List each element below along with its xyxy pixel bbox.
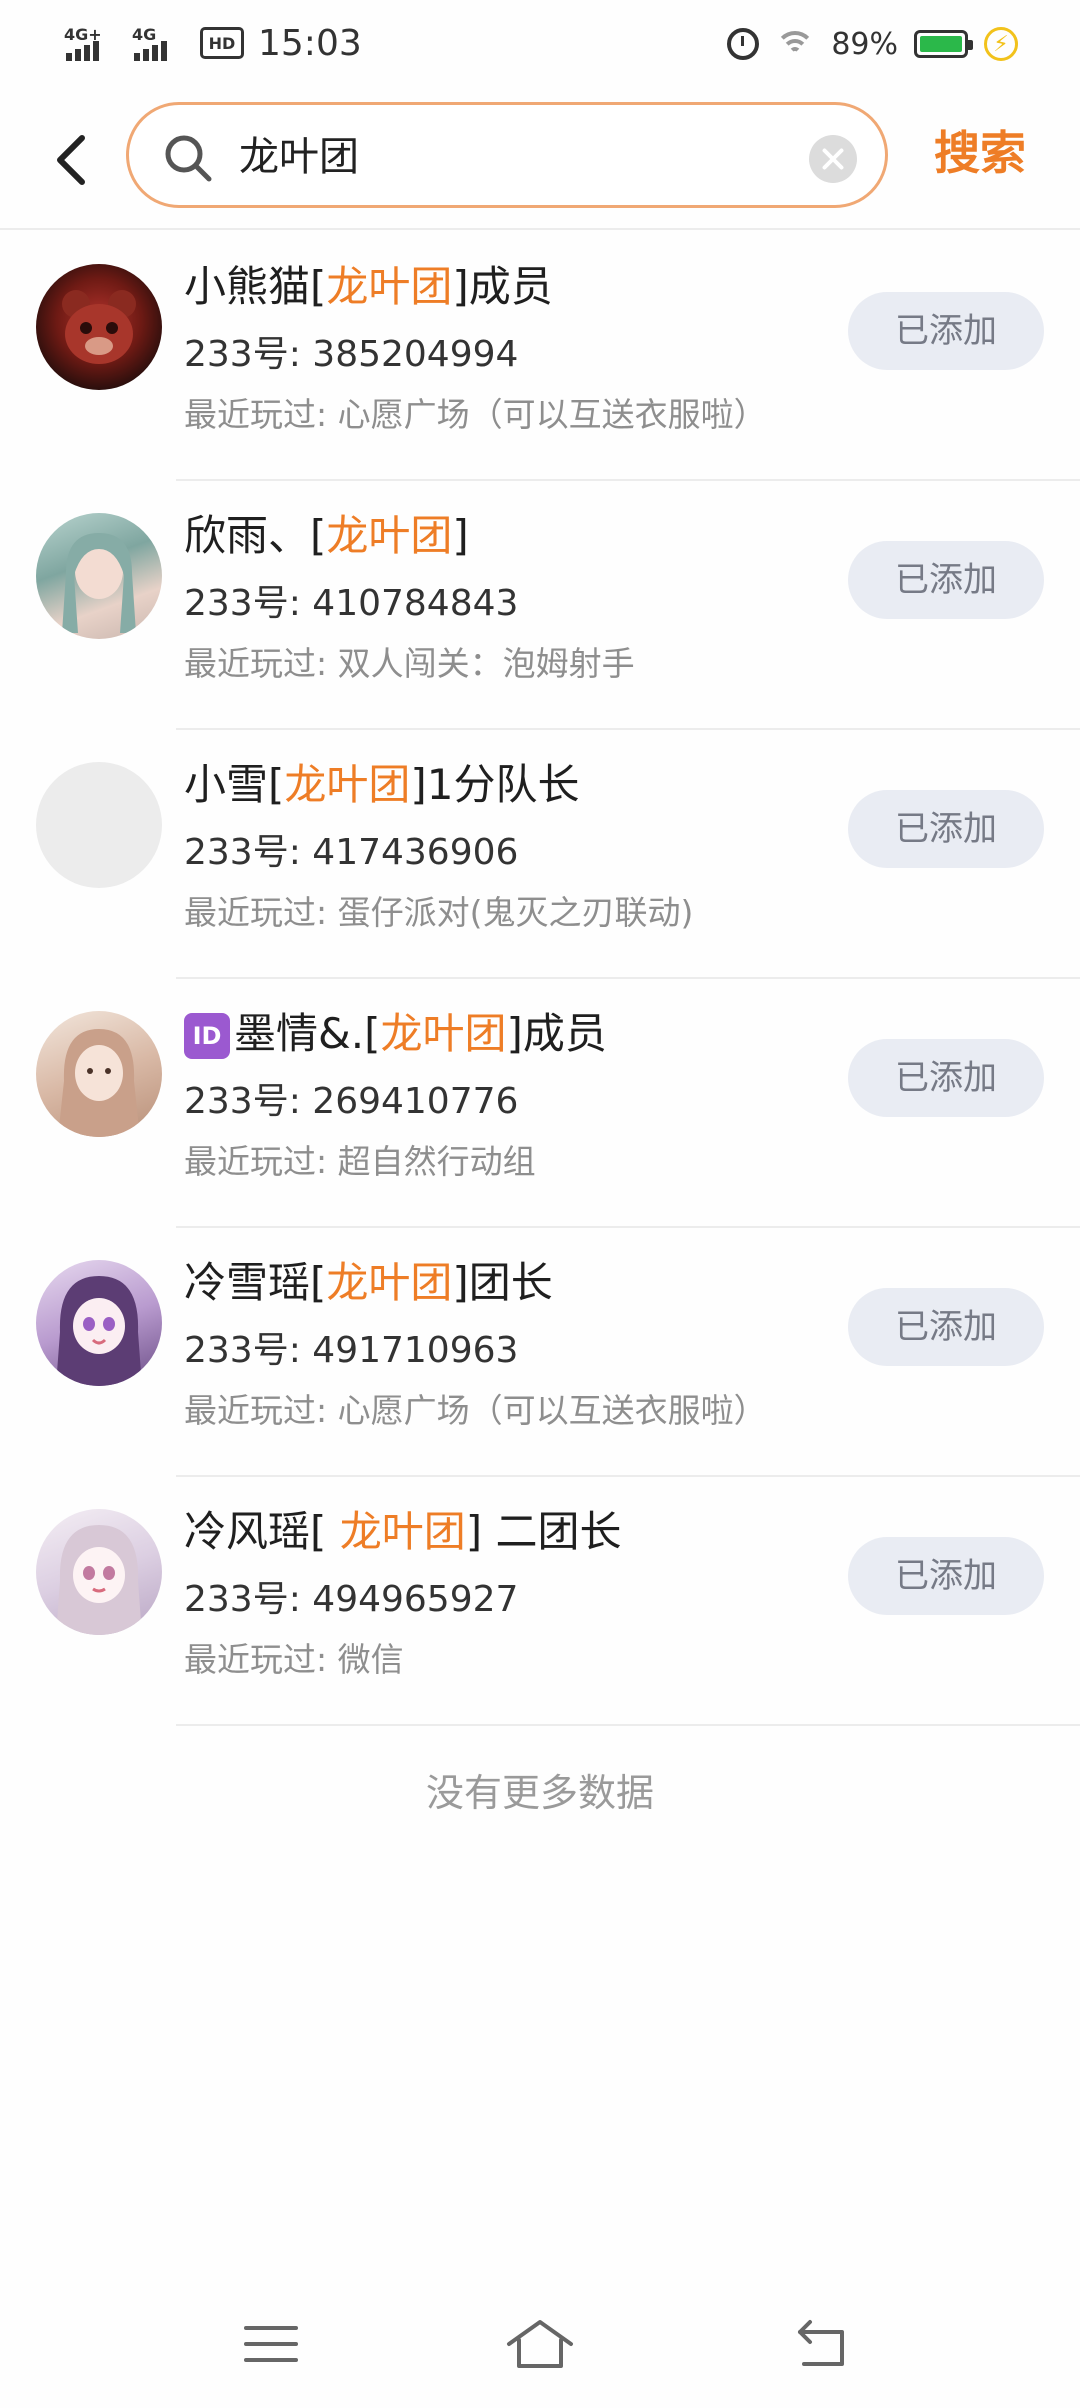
user-name: 小雪[龙叶团]1分队长 xyxy=(184,760,580,809)
recently-played: 最近玩过: 双人闯关：泡姆射手 xyxy=(184,644,635,683)
added-button[interactable]: 已添加 xyxy=(848,1288,1044,1366)
recently-played: 最近玩过: 微信 xyxy=(184,1640,404,1679)
highlight-keyword: 龙叶团 xyxy=(326,1258,453,1307)
highlight-keyword: 龙叶团 xyxy=(284,760,411,809)
list-item[interactable]: 欣雨、[龙叶团] 233号: 410784843 最近玩过: 双人闯关：泡姆射手… xyxy=(0,481,1080,730)
user-id: 233号: 417436906 xyxy=(184,832,519,873)
list-item[interactable]: 冷风瑶[ 龙叶团] 二团长 233号: 494965927 最近玩过: 微信 已… xyxy=(0,1477,1080,1726)
user-name: 小熊猫[龙叶团]成员 xyxy=(184,262,553,311)
back-arrow-icon[interactable] xyxy=(46,124,98,196)
user-name: ID 墨情&.[龙叶团]成员 xyxy=(184,1005,607,1063)
avatar[interactable] xyxy=(36,762,162,888)
hd-icon: HD xyxy=(200,27,244,59)
clear-icon[interactable] xyxy=(809,135,857,183)
results-list: 小熊猫[龙叶团]成员 233号: 385204994 最近玩过: 心愿广场（可以… xyxy=(0,232,1080,1726)
status-bar: 4G+ 4G HD 15:03 89% ⚡ xyxy=(0,0,1080,86)
recently-played: 最近玩过: 心愿广场（可以互送衣服啦） xyxy=(184,395,767,434)
recently-played: 最近玩过: 心愿广场（可以互送衣服啦） xyxy=(184,1391,767,1430)
alarm-icon xyxy=(727,28,760,60)
id-badge-icon: ID xyxy=(184,1013,230,1059)
battery-percent: 89% xyxy=(831,26,898,62)
search-icon xyxy=(165,135,212,182)
menu-icon[interactable] xyxy=(236,2314,306,2374)
search-button[interactable]: 搜索 xyxy=(934,122,1026,184)
recently-played: 最近玩过: 蛋仔派对(鬼灭之刃联动) xyxy=(184,893,694,932)
list-item[interactable]: 冷雪瑶[龙叶团]团长 233号: 491710963 最近玩过: 心愿广场（可以… xyxy=(0,1228,1080,1477)
user-id: 233号: 385204994 xyxy=(184,334,519,375)
signal-icon: 4G+ xyxy=(64,23,116,63)
highlight-keyword: 龙叶团 xyxy=(326,262,453,311)
user-name: 欣雨、[龙叶团] xyxy=(184,511,469,560)
search-input[interactable]: 龙叶团 xyxy=(126,102,888,208)
added-button[interactable]: 已添加 xyxy=(848,790,1044,868)
added-button[interactable]: 已添加 xyxy=(848,292,1044,370)
added-button[interactable]: 已添加 xyxy=(848,541,1044,619)
charging-icon: ⚡ xyxy=(984,27,1018,61)
user-id: 233号: 410784843 xyxy=(184,583,519,624)
added-button[interactable]: 已添加 xyxy=(848,1039,1044,1117)
search-header: 龙叶团 搜索 xyxy=(0,86,1080,230)
avatar[interactable] xyxy=(36,264,162,390)
list-item[interactable]: ID 墨情&.[龙叶团]成员 233号: 269410776 最近玩过: 超自然行… xyxy=(0,979,1080,1228)
list-item[interactable]: 小熊猫[龙叶团]成员 233号: 385204994 最近玩过: 心愿广场（可以… xyxy=(0,232,1080,481)
screen: 4G+ 4G HD 15:03 89% ⚡ 龙叶团 搜索 小熊猫[龙叶团]成员 … xyxy=(0,0,1080,2408)
highlight-keyword: 龙叶团 xyxy=(326,511,453,560)
wifi-icon xyxy=(775,27,816,61)
user-id: 233号: 494965927 xyxy=(184,1579,519,1620)
added-button[interactable]: 已添加 xyxy=(848,1537,1044,1615)
status-time: 15:03 xyxy=(258,22,362,64)
highlight-keyword: 龙叶团 xyxy=(380,1009,507,1058)
home-icon[interactable] xyxy=(505,2314,575,2374)
recently-played: 最近玩过: 超自然行动组 xyxy=(184,1142,536,1181)
avatar[interactable] xyxy=(36,513,162,639)
user-name: 冷风瑶[ 龙叶团] 二团长 xyxy=(184,1507,622,1556)
search-query[interactable]: 龙叶团 xyxy=(239,127,359,187)
avatar[interactable] xyxy=(36,1011,162,1137)
system-nav-bar xyxy=(0,2290,1080,2408)
battery-icon xyxy=(914,30,973,58)
back-nav-icon[interactable] xyxy=(786,2314,856,2374)
user-id: 233号: 491710963 xyxy=(184,1330,519,1371)
highlight-keyword: 龙叶团 xyxy=(339,1507,466,1556)
user-name: 冷雪瑶[龙叶团]团长 xyxy=(184,1258,553,1307)
signal-icon: 4G xyxy=(132,23,184,63)
user-id: 233号: 269410776 xyxy=(184,1081,519,1122)
no-more-data-text: 没有更多数据 xyxy=(425,1771,654,1815)
avatar[interactable] xyxy=(36,1509,162,1635)
list-item[interactable]: 小雪[龙叶团]1分队长 233号: 417436906 最近玩过: 蛋仔派对(鬼… xyxy=(0,730,1080,979)
avatar[interactable] xyxy=(36,1260,162,1386)
